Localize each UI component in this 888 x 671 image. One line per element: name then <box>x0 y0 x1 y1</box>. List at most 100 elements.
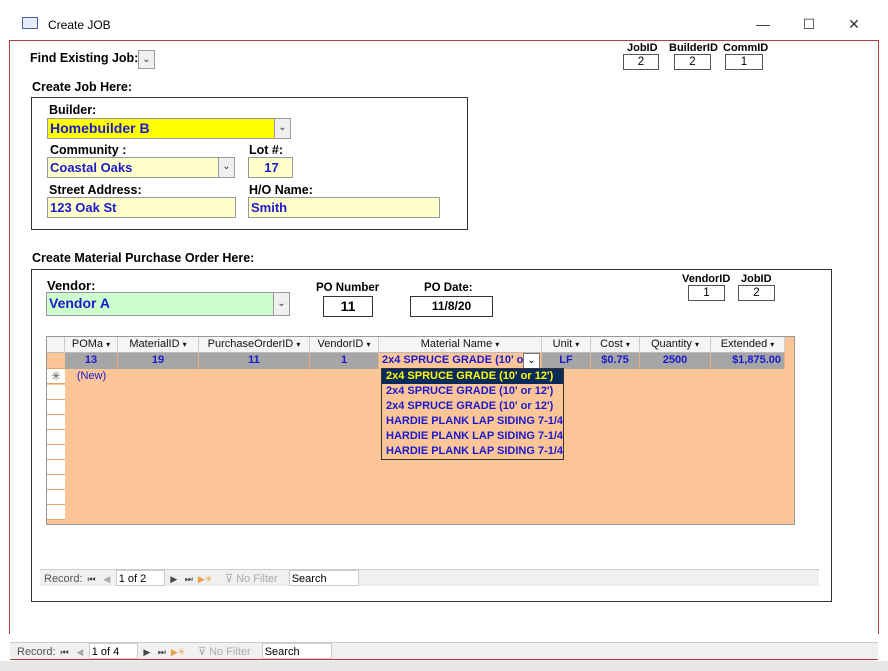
last-record-button[interactable]: ⏭ <box>156 644 168 660</box>
street-field[interactable]: 123 Oak St <box>47 197 236 218</box>
no-filter-button[interactable]: No Filter <box>236 573 278 585</box>
column-header-label: POMa <box>71 338 104 350</box>
commid-label: CommID <box>723 42 769 54</box>
record-position-input[interactable]: 1 of 2 <box>115 570 165 586</box>
po-jobid-label: JobID <box>741 273 772 285</box>
select-all-corner[interactable] <box>47 337 65 353</box>
column-header-label: Quantity <box>650 338 692 350</box>
builderid-field[interactable]: 2 <box>674 54 711 70</box>
next-record-button[interactable]: ▶ <box>168 571 180 587</box>
new-row-selector[interactable]: ✳ <box>47 369 65 384</box>
record-label: Record: <box>17 646 56 658</box>
sort-arrow-icon[interactable]: ▾ <box>770 340 774 349</box>
filter-icon: ⊽ <box>224 573 234 585</box>
vendorid-label: VendorID <box>682 273 731 285</box>
empty-row-selector <box>47 505 65 520</box>
row-selector[interactable] <box>47 353 65 369</box>
builder-field[interactable]: Homebuilder B <box>47 118 275 139</box>
grid-cell[interactable]: LF <box>542 353 591 369</box>
empty-row-selector <box>47 430 65 445</box>
jobid-field[interactable]: 2 <box>623 54 659 70</box>
grid-cell[interactable]: 2500 <box>640 353 711 369</box>
builder-dropdown[interactable]: ⌄ <box>274 118 291 139</box>
material-option[interactable]: HARDIE PLANK LAP SIDING 7-1/4" C <box>382 414 563 429</box>
material-option[interactable]: 2x4 SPRUCE GRADE (10' or 12') <box>382 384 563 399</box>
close-button[interactable]: ✕ <box>839 10 869 38</box>
po-date-label: PO Date: <box>424 282 473 294</box>
vendor-dropdown[interactable]: ⌄ <box>273 292 290 316</box>
next-record-button[interactable]: ▶ <box>141 644 153 660</box>
material-option[interactable]: 2x4 SPRUCE GRADE (10' or 12') <box>382 369 563 384</box>
empty-row-selector <box>47 415 65 430</box>
maximize-button[interactable]: ☐ <box>794 10 824 38</box>
vendorid-field[interactable]: 1 <box>688 285 725 301</box>
create-po-heading: Create Material Purchase Order Here: <box>32 251 255 265</box>
find-existing-job-label: Find Existing Job: <box>30 51 139 65</box>
grid-cell[interactable]: 19 <box>118 353 199 369</box>
po-jobid-field[interactable]: 2 <box>738 285 775 301</box>
first-record-button[interactable]: ⏮ <box>59 644 71 660</box>
column-header[interactable]: Quantity ▾ <box>640 337 711 353</box>
sort-arrow-icon[interactable]: ▾ <box>366 340 370 349</box>
find-job-dropdown[interactable]: ⌄ <box>138 50 155 69</box>
search-input[interactable]: Search <box>288 570 359 586</box>
grid-cell[interactable]: 13 <box>65 353 118 369</box>
minimize-button[interactable]: — <box>748 10 778 38</box>
ho-name-field[interactable]: Smith <box>248 197 440 218</box>
grid-cell[interactable]: 2x4 SPRUCE GRADE (10' or 1 <box>379 353 542 369</box>
sort-arrow-icon[interactable]: ▾ <box>495 340 499 349</box>
new-record-button[interactable]: ▶✳ <box>171 644 185 660</box>
lot-field[interactable]: 17 <box>248 157 293 178</box>
po-number-field[interactable]: 11 <box>323 296 373 317</box>
title-bar: Create JOB — ☐ ✕ <box>0 0 888 40</box>
column-header[interactable]: POMa ▾ <box>65 337 118 353</box>
column-header[interactable]: Extended ▾ <box>711 337 785 353</box>
vendor-field[interactable]: Vendor A <box>46 292 274 316</box>
column-header-label: Extended <box>720 338 768 350</box>
po-number-label: PO Number <box>316 282 380 294</box>
new-record-button[interactable]: ▶✳ <box>198 571 212 587</box>
column-header[interactable]: VendorID ▾ <box>310 337 379 353</box>
material-name-list: 2x4 SPRUCE GRADE (10' or 12') 2x4 SPRUCE … <box>381 368 564 460</box>
column-header[interactable]: PurchaseOrderID ▾ <box>199 337 310 353</box>
material-option[interactable]: HARDIE PLANK LAP SIDING 7-1/4" C <box>382 444 563 459</box>
new-record-cell[interactable]: (New) <box>65 369 118 385</box>
lot-label: Lot #: <box>249 143 284 157</box>
column-header[interactable]: Cost ▾ <box>591 337 640 353</box>
filter-icon: ⊽ <box>197 646 207 658</box>
community-dropdown[interactable]: ⌄ <box>218 157 235 178</box>
grid-cell[interactable]: 11 <box>199 353 310 369</box>
subform-record-nav: Record: ⏮ ◀ 1 of 2 ▶ ⏭ ▶✳ ⊽ No Filter Se… <box>40 569 819 586</box>
create-job-heading: Create Job Here: <box>32 80 133 94</box>
community-field[interactable]: Coastal Oaks <box>47 157 219 178</box>
window-title: Create JOB <box>48 18 111 32</box>
last-record-button[interactable]: ⏭ <box>183 571 195 587</box>
prev-record-button[interactable]: ◀ <box>74 644 86 660</box>
column-header[interactable]: MaterialID ▾ <box>118 337 199 353</box>
sort-arrow-icon[interactable]: ▾ <box>575 340 579 349</box>
prev-record-button[interactable]: ◀ <box>101 571 113 587</box>
sort-arrow-icon[interactable]: ▾ <box>695 340 699 349</box>
grid-cell[interactable]: $0.75 <box>591 353 640 369</box>
record-label: Record: <box>44 573 83 585</box>
sort-arrow-icon[interactable]: ▾ <box>106 340 110 349</box>
vendor-label: Vendor: <box>47 278 96 293</box>
first-record-button[interactable]: ⏮ <box>86 571 98 587</box>
material-name-dropdown-button[interactable]: ⌄ <box>523 353 540 369</box>
sort-arrow-icon[interactable]: ▾ <box>296 340 300 349</box>
material-option[interactable]: 2x4 SPRUCE GRADE (10' or 12') <box>382 399 563 414</box>
grid-cell[interactable]: $1,875.00 <box>711 353 785 369</box>
empty-row-selector <box>47 490 65 505</box>
material-option[interactable]: HARDIE PLANK LAP SIDING 7-1/4" C <box>382 429 563 444</box>
column-header-label: Material Name <box>420 338 493 350</box>
po-date-field[interactable]: 11/8/20 <box>410 296 493 317</box>
sort-arrow-icon[interactable]: ▾ <box>626 340 630 349</box>
search-input[interactable]: Search <box>261 643 332 659</box>
grid-cell[interactable]: 1 <box>310 353 379 369</box>
no-filter-button[interactable]: No Filter <box>209 646 251 658</box>
column-header[interactable]: Unit ▾ <box>542 337 591 353</box>
record-position-input[interactable]: 1 of 4 <box>88 643 138 659</box>
commid-field[interactable]: 1 <box>725 54 763 70</box>
column-header[interactable]: Material Name ▾ <box>379 337 542 353</box>
sort-arrow-icon[interactable]: ▾ <box>183 340 187 349</box>
